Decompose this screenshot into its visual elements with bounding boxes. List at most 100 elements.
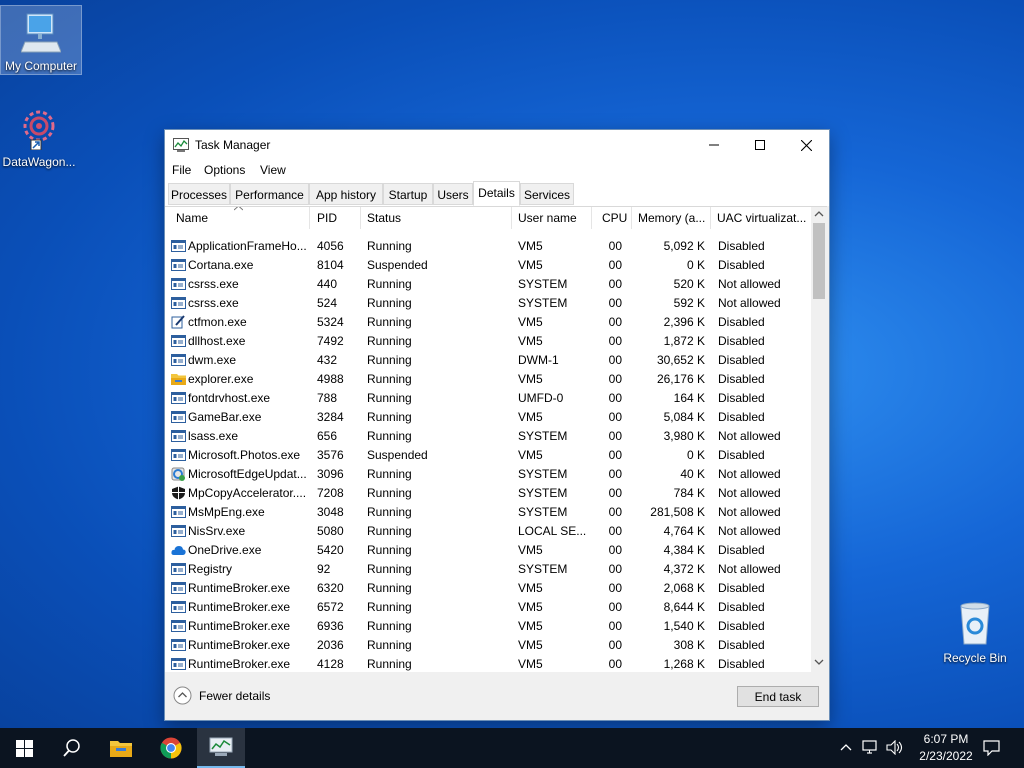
table-row[interactable]: MicrosoftEdgeUpdat... 3096 Running SYSTEM 00… bbox=[165, 465, 811, 484]
cell-name: Microsoft.Photos.exe bbox=[188, 448, 301, 462]
table-row[interactable]: csrss.exe 524 Running SYSTEM 00 592 K Not allo… bbox=[165, 294, 811, 313]
start-icon bbox=[15, 739, 33, 757]
cell-name: MsMpEng.exe bbox=[188, 505, 265, 519]
desktop-icon-recycle-bin[interactable]: Recycle Bin bbox=[935, 600, 1015, 665]
chevron-up-circle-icon[interactable] bbox=[173, 686, 192, 705]
menu-options[interactable]: Options bbox=[204, 163, 245, 177]
maximize-button[interactable] bbox=[737, 130, 783, 160]
tab-strip: Processes Performance App history Startu… bbox=[165, 180, 829, 206]
desktop-icon-my-computer[interactable]: My Computer bbox=[0, 5, 82, 75]
vertical-scrollbar[interactable] bbox=[811, 207, 827, 673]
scroll-down-icon[interactable] bbox=[814, 659, 824, 665]
table-row[interactable]: Cortana.exe 8104 Suspended VM5 00 0 K Disabled bbox=[165, 256, 811, 275]
minimize-button[interactable] bbox=[691, 130, 737, 160]
table-row[interactable]: RuntimeBroker.exe 2036 Running VM5 00 308 K Di… bbox=[165, 636, 811, 655]
cell-cpu: 00 bbox=[608, 372, 622, 386]
cell-cpu: 00 bbox=[608, 239, 622, 253]
cell-user: VM5 bbox=[518, 600, 543, 614]
volume-icon[interactable] bbox=[886, 740, 904, 755]
table-row[interactable]: MpCopyAccelerator.... 7208 Running SYSTEM 00… bbox=[165, 484, 811, 503]
table-row[interactable]: RuntimeBroker.exe 4128 Running VM5 00 1,268 K… bbox=[165, 655, 811, 673]
table-row[interactable]: csrss.exe 440 Running SYSTEM 00 520 K Not allo… bbox=[165, 275, 811, 294]
table-row[interactable]: ApplicationFrameHo... 4056 Running VM5 00 5,0… bbox=[165, 237, 811, 256]
cell-name: ApplicationFrameHo... bbox=[188, 239, 307, 253]
cell-pid: 3284 bbox=[317, 410, 344, 424]
column-pid[interactable]: PID bbox=[311, 207, 361, 229]
table-row[interactable]: ctfmon.exe 5324 Running VM5 00 2,396 K Disable… bbox=[165, 313, 811, 332]
menu-file[interactable]: File bbox=[172, 163, 191, 177]
tab-details[interactable]: Details bbox=[473, 181, 520, 206]
table-row[interactable]: lsass.exe 656 Running SYSTEM 00 3,980 K Not al… bbox=[165, 427, 811, 446]
tab-app-history[interactable]: App history bbox=[309, 183, 383, 205]
cell-status: Running bbox=[367, 353, 412, 367]
table-row[interactable]: RuntimeBroker.exe 6572 Running VM5 00 8,644 K… bbox=[165, 598, 811, 617]
notification-icon[interactable] bbox=[983, 740, 1000, 756]
column-memory[interactable]: Memory (a... bbox=[632, 207, 711, 229]
table-row[interactable]: explorer.exe 4988 Running VM5 00 26,176 K Disa… bbox=[165, 370, 811, 389]
cell-status: Running bbox=[367, 334, 412, 348]
tab-processes[interactable]: Processes bbox=[168, 183, 230, 205]
table-row[interactable]: MsMpEng.exe 3048 Running SYSTEM 00 281,508 K N… bbox=[165, 503, 811, 522]
table-row[interactable]: GameBar.exe 3284 Running VM5 00 5,084 K Disabl… bbox=[165, 408, 811, 427]
table-row[interactable]: OneDrive.exe 5420 Running VM5 00 4,384 K Disab… bbox=[165, 541, 811, 560]
cell-user: VM5 bbox=[518, 448, 543, 462]
table-row[interactable]: RuntimeBroker.exe 6320 Running VM5 00 2,068 K… bbox=[165, 579, 811, 598]
table-row[interactable]: dwm.exe 432 Running DWM-1 00 30,652 K Disabled bbox=[165, 351, 811, 370]
cell-name: RuntimeBroker.exe bbox=[188, 600, 291, 614]
table-row[interactable]: NisSrv.exe 5080 Running LOCAL SE... 00 4,764 … bbox=[165, 522, 811, 541]
cell-name: Cortana.exe bbox=[188, 258, 254, 272]
cell-cpu: 00 bbox=[608, 429, 622, 443]
close-button[interactable] bbox=[783, 130, 829, 160]
tab-startup[interactable]: Startup bbox=[383, 183, 433, 205]
tab-users[interactable]: Users bbox=[433, 183, 473, 205]
cell-uac: Disabled bbox=[718, 638, 765, 652]
process-list: ApplicationFrameHo... 4056 Running VM5 00 5,0… bbox=[165, 237, 811, 673]
cell-name: RuntimeBroker.exe bbox=[188, 657, 291, 671]
column-status[interactable]: Status bbox=[361, 207, 512, 229]
clock[interactable]: 6:07 PM 2/23/2022 bbox=[908, 731, 984, 765]
end-task-button[interactable]: End task bbox=[737, 686, 819, 707]
cell-status: Running bbox=[367, 524, 412, 538]
start-button[interactable] bbox=[0, 728, 48, 768]
desktop-icon-datawagon[interactable]: DataWagon... bbox=[0, 104, 79, 169]
table-row[interactable]: dllhost.exe 7492 Running VM5 00 1,872 K Disabl… bbox=[165, 332, 811, 351]
fewer-details-link[interactable]: Fewer details bbox=[199, 689, 270, 703]
cell-user: VM5 bbox=[518, 543, 543, 557]
app-icon bbox=[171, 525, 186, 537]
cell-mem: 40 K bbox=[680, 467, 705, 481]
scrollbar-thumb[interactable] bbox=[813, 223, 825, 299]
table-row[interactable]: fontdrvhost.exe 788 Running UMFD-0 00 164 K Di… bbox=[165, 389, 811, 408]
chevron-up-icon[interactable] bbox=[840, 743, 852, 751]
column-uac[interactable]: UAC virtualizat... bbox=[711, 207, 811, 229]
footer-bar: Fewer details End task bbox=[165, 672, 829, 720]
tab-services[interactable]: Services bbox=[520, 183, 574, 205]
network-icon[interactable] bbox=[862, 740, 879, 755]
cell-user: SYSTEM bbox=[518, 277, 568, 291]
file-explorer-button[interactable] bbox=[97, 728, 145, 768]
cell-user: VM5 bbox=[518, 657, 543, 671]
cell-cpu: 00 bbox=[608, 543, 622, 557]
table-row[interactable]: Registry 92 Running SYSTEM 00 4,372 K Not allo… bbox=[165, 560, 811, 579]
cell-user: VM5 bbox=[518, 581, 543, 595]
table-row[interactable]: Microsoft.Photos.exe 3576 Suspended VM5 00 0 … bbox=[165, 446, 811, 465]
search-button[interactable] bbox=[48, 728, 96, 768]
menu-view[interactable]: View bbox=[260, 163, 286, 177]
cell-status: Running bbox=[367, 296, 412, 310]
column-user-name[interactable]: User name bbox=[512, 207, 592, 229]
cell-pid: 5420 bbox=[317, 543, 344, 557]
cell-pid: 2036 bbox=[317, 638, 344, 652]
scroll-up-icon[interactable] bbox=[814, 211, 824, 217]
title-bar[interactable]: Task Manager bbox=[165, 130, 829, 160]
cell-name: MicrosoftEdgeUpdat... bbox=[188, 467, 307, 481]
cell-name: dwm.exe bbox=[188, 353, 237, 367]
column-cpu[interactable]: CPU bbox=[592, 207, 632, 229]
sort-ascending-icon bbox=[234, 207, 243, 211]
task-manager-taskbar-button[interactable] bbox=[197, 728, 245, 768]
chrome-button[interactable] bbox=[147, 728, 195, 768]
cell-pid: 432 bbox=[317, 353, 338, 367]
table-row[interactable]: RuntimeBroker.exe 6936 Running VM5 00 1,540 K… bbox=[165, 617, 811, 636]
cell-cpu: 00 bbox=[608, 296, 622, 310]
tab-performance[interactable]: Performance bbox=[230, 183, 309, 205]
column-name[interactable]: Name bbox=[170, 207, 310, 229]
task-manager-icon bbox=[173, 138, 189, 152]
